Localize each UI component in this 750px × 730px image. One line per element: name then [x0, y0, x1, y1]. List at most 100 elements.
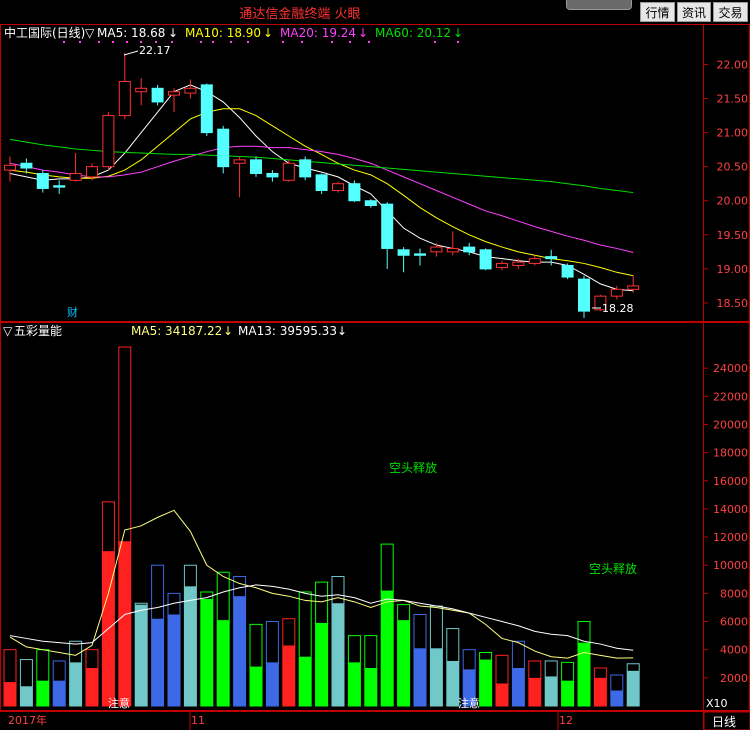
- price-panel-arrow-icon[interactable]: ▽: [85, 26, 95, 40]
- volume-bar-fill: [168, 614, 180, 706]
- window-handle[interactable]: [566, 0, 632, 10]
- volume-bars: [3, 346, 640, 707]
- high-pointer: [123, 50, 139, 56]
- candle-body: [561, 264, 574, 278]
- volume-bar-fill: [135, 604, 148, 706]
- signal-dot: [230, 41, 232, 43]
- volume-bar-fill: [627, 670, 640, 706]
- volume-axis-ticks: 24000 22000 20000 18000 16000 14000 12000 10000…: [713, 362, 748, 685]
- down-arrow-icon: ↓: [223, 324, 233, 338]
- candle-body: [118, 80, 131, 117]
- candle-body: [69, 172, 82, 181]
- signal-dot: [368, 41, 370, 43]
- volume-bar-fill: [446, 660, 459, 706]
- candle-body: [414, 253, 426, 256]
- signal-dot: [457, 41, 459, 43]
- signal-dot: [63, 41, 65, 43]
- candle-body: [430, 246, 443, 253]
- annotation-short-release-2: 空头释放: [589, 561, 637, 576]
- candle-body: [348, 183, 361, 202]
- volume-bar-fill: [496, 683, 508, 706]
- volume-bar-fill: [315, 622, 328, 706]
- price-panel-border: [0, 24, 750, 322]
- signal-dot: [301, 41, 303, 43]
- price-indicators: MA5: 18.68 ↓ MA10: 18.90 ↓ MA20: 19.24 ↓ MA60:…: [97, 26, 463, 40]
- annotation-short-release-1: 空头释放: [389, 460, 437, 475]
- volume-bar-fill: [299, 656, 312, 706]
- price-indicator-1: MA10: 18.90: [185, 26, 261, 40]
- x-label-dec: 12: [559, 714, 573, 727]
- price-indicator-0: MA5: 18.68: [97, 26, 165, 40]
- candle-body: [332, 183, 344, 192]
- candle-body: [4, 164, 16, 171]
- trade-button[interactable]: 交易: [713, 2, 748, 22]
- candle-body: [578, 278, 590, 312]
- volume-panel-arrow-icon[interactable]: ▽: [3, 324, 13, 338]
- signal-dot: [247, 41, 249, 43]
- signal-dot: [155, 41, 157, 43]
- price-tick-label: 22.00: [717, 58, 749, 71]
- cai-badge[interactable]: 财: [67, 305, 78, 319]
- candle-body: [200, 84, 213, 134]
- signal-dot: [79, 41, 81, 43]
- volume-bar-fill: [118, 541, 131, 706]
- volume-indicator-1: MA13: 39595.33: [238, 324, 337, 338]
- price-indicator-2: MA20: 19.24: [280, 26, 356, 40]
- volume-tick-label: 16000: [713, 475, 748, 488]
- price-panel-title: 中工国际(日线): [4, 25, 85, 40]
- volume-bar-fill: [86, 667, 98, 706]
- candle-body: [545, 256, 558, 260]
- volume-bar-fill: [545, 676, 558, 706]
- signal-dot: [126, 41, 128, 43]
- candle-body: [299, 159, 312, 178]
- volume-bar-fill: [36, 680, 49, 706]
- signal-dot: [212, 41, 214, 43]
- candle-body: [496, 262, 508, 269]
- signal-dot: [282, 41, 284, 43]
- candle-body: [266, 172, 279, 178]
- down-arrow-icon: ↓: [453, 26, 463, 40]
- grid-lines: [189, 63, 708, 730]
- candle-body: [381, 203, 394, 249]
- volume-indicator-0: MA5: 34187.22: [131, 324, 222, 338]
- candle-body: [446, 247, 459, 253]
- price-tick-label: 19.50: [717, 229, 749, 242]
- market-button[interactable]: 行情: [640, 2, 675, 22]
- signal-dot: [98, 41, 100, 43]
- volume-tick-label: 6000: [720, 616, 748, 629]
- volume-tick-label: 10000: [713, 559, 748, 572]
- price-axis-ticks: 22.00 21.50 21.00 20.50 20.00 19.50 19.00 18.50: [717, 58, 749, 310]
- volume-bar-fill: [266, 662, 279, 706]
- candle-body: [184, 87, 197, 94]
- candle-body: [610, 288, 623, 297]
- signal-dot: [112, 41, 114, 43]
- volume-bar-fill: [430, 648, 443, 706]
- volume-bar-fill: [250, 666, 262, 706]
- volume-unit: X10: [706, 697, 728, 710]
- candle-body: [135, 87, 148, 93]
- candle-body: [627, 285, 640, 290]
- candle-body: [479, 249, 492, 270]
- volume-bar-fill: [20, 686, 33, 706]
- app-title: 通达信金融终端 火眼: [239, 7, 361, 22]
- volume-tick-label: 24000: [713, 362, 748, 375]
- x-label-nov: 11: [191, 714, 205, 727]
- volume-tick-label: 18000: [713, 447, 748, 460]
- candle-body: [168, 91, 180, 96]
- signal-dot: [331, 41, 333, 43]
- volume-bar-fill: [200, 599, 213, 706]
- down-arrow-icon: ↓: [168, 26, 178, 40]
- price-tick-label: 20.50: [717, 161, 749, 174]
- volume-tick-label: 4000: [720, 644, 748, 657]
- volume-tick-label: 22000: [713, 390, 748, 403]
- candle-body: [512, 261, 525, 266]
- candle-body: [217, 128, 230, 168]
- volume-bar-fill: [184, 586, 197, 706]
- volume-bar-fill: [364, 667, 377, 706]
- info-button[interactable]: 资讯: [677, 2, 711, 22]
- down-arrow-icon: ↓: [337, 324, 347, 338]
- volume-bar-fill: [594, 677, 607, 706]
- price-indicator-3: MA60: 20.12: [375, 26, 451, 40]
- volume-bar-fill: [479, 659, 492, 706]
- candle-body: [36, 172, 49, 189]
